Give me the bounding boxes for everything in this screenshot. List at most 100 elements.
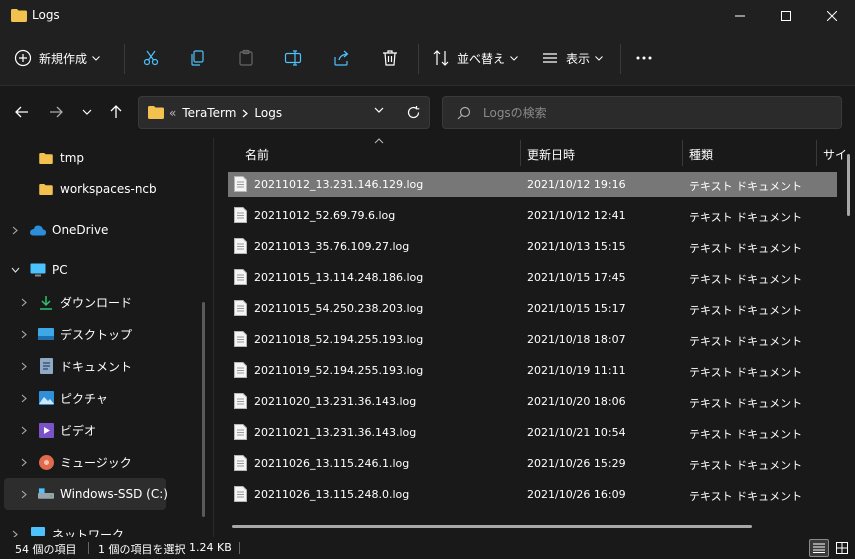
share-button[interactable] — [321, 41, 361, 75]
sidebar-item-videos[interactable]: ビデオ — [0, 414, 200, 446]
folder-icon — [11, 9, 27, 22]
rename-button[interactable] — [273, 41, 313, 75]
breadcrumb-overflow-icon[interactable]: « — [169, 106, 176, 120]
sidebar-item-network[interactable]: ネットワーク — [0, 518, 200, 537]
file-type: テキスト ドキュメント — [689, 273, 803, 286]
new-button[interactable]: 新規作成 — [14, 41, 114, 75]
sidebar-item-tmp[interactable]: tmp — [0, 142, 200, 174]
file-date: 2021/10/12 19:16 — [527, 178, 626, 191]
horizontal-scrollbar[interactable] — [232, 525, 752, 528]
close-button[interactable] — [809, 0, 855, 32]
sidebar-item-music[interactable]: ミュージック — [0, 446, 200, 478]
column-type[interactable]: 種類 — [689, 146, 713, 163]
chevron-down-icon[interactable] — [10, 265, 20, 275]
file-type: テキスト ドキュメント — [689, 242, 803, 255]
sidebar-item-documents[interactable]: ドキュメント — [0, 350, 200, 382]
arrow-up-icon — [110, 105, 122, 118]
cloud-icon — [30, 222, 46, 238]
file-type: テキスト ドキュメント — [689, 335, 803, 348]
sidebar-item-desktop[interactable]: デスクトップ — [0, 318, 200, 350]
back-button[interactable] — [8, 98, 36, 126]
file-row[interactable]: 20211015_13.114.248.186.log 2021/10/15 17… — [228, 265, 837, 290]
sidebar-item-workspaces-ncb[interactable]: workspaces-ncb — [0, 173, 200, 205]
file-name: 20211018_52.194.255.193.log — [254, 333, 424, 346]
recent-locations-button[interactable] — [73, 98, 101, 126]
file-name: 20211015_54.250.238.203.log — [254, 302, 424, 315]
file-row[interactable]: 20211012_13.231.146.129.log 2021/10/12 19… — [228, 172, 837, 197]
copy-icon — [191, 50, 204, 66]
chevron-right-icon[interactable] — [19, 329, 29, 339]
search-input[interactable] — [483, 103, 823, 123]
file-row[interactable]: 20211020_13.231.36.143.log 2021/10/20 18:… — [228, 389, 837, 414]
column-size[interactable]: サイ — [823, 146, 847, 163]
chevron-right-icon[interactable] — [19, 457, 29, 467]
download-icon — [38, 294, 54, 310]
chevron-down-icon — [595, 55, 603, 61]
file-row[interactable]: 20211019_52.194.255.193.log 2021/10/19 11… — [228, 358, 837, 383]
breadcrumb: « TeraTerm Logs — [169, 106, 288, 120]
chevron-right-icon[interactable] — [19, 393, 29, 403]
text-file-icon — [234, 331, 247, 347]
paste-button[interactable] — [226, 41, 266, 75]
sidebar-item-pc[interactable]: PC — [0, 254, 200, 286]
text-file-icon — [234, 269, 247, 285]
sidebar-item-windows-ssd[interactable]: Windows-SSD (C:) — [4, 478, 168, 510]
sidebar-item-downloads[interactable]: ダウンロード — [0, 286, 200, 318]
file-row[interactable]: 20211026_13.115.248.0.log 2021/10/26 16:0… — [228, 482, 837, 507]
breadcrumb-item[interactable]: TeraTerm — [182, 106, 236, 120]
sidebar-item-label: ドキュメント — [60, 359, 133, 374]
rename-icon — [284, 50, 302, 66]
file-date: 2021/10/13 15:15 — [527, 240, 626, 253]
refresh-icon[interactable] — [406, 105, 421, 120]
selection-size: 1.24 KB — [189, 541, 232, 554]
vertical-scrollbar[interactable] — [847, 154, 850, 216]
sidebar-scrollbar[interactable] — [202, 302, 205, 517]
up-button[interactable] — [102, 98, 130, 126]
breadcrumb-item[interactable]: Logs — [254, 106, 282, 120]
chevron-down-icon[interactable] — [374, 107, 384, 113]
share-icon — [334, 50, 349, 66]
cut-button[interactable] — [131, 41, 171, 75]
address-bar[interactable]: « TeraTerm Logs — [138, 96, 430, 129]
forward-button[interactable] — [42, 98, 70, 126]
details-view-button[interactable] — [809, 539, 829, 557]
column-separator[interactable] — [682, 140, 683, 166]
chevron-down-icon — [92, 55, 100, 61]
file-date: 2021/10/26 16:09 — [527, 488, 626, 501]
sort-button[interactable]: 並べ替え — [432, 41, 518, 75]
column-name[interactable]: 名前 — [245, 146, 269, 163]
column-separator[interactable] — [816, 140, 817, 166]
file-row[interactable]: 20211026_13.115.246.1.log 2021/10/26 15:2… — [228, 451, 837, 476]
column-separator[interactable] — [520, 140, 521, 166]
view-button-label: 表示 — [566, 51, 591, 66]
paste-icon — [239, 49, 253, 66]
chevron-right-icon[interactable] — [19, 489, 29, 499]
file-date: 2021/10/20 18:06 — [527, 395, 626, 408]
sidebar-item-pictures[interactable]: ピクチャ — [0, 382, 200, 414]
column-date[interactable]: 更新日時 — [527, 146, 575, 163]
sidebar-item-onedrive[interactable]: OneDrive — [0, 214, 200, 246]
file-row[interactable]: 20211015_54.250.238.203.log 2021/10/15 15… — [228, 296, 837, 321]
minimize-button[interactable] — [717, 0, 763, 32]
toolbar-separator — [418, 44, 419, 74]
file-row[interactable]: 20211013_35.76.109.27.log 2021/10/13 15:1… — [228, 234, 837, 259]
more-options-button[interactable] — [624, 41, 664, 75]
chevron-right-icon[interactable] — [19, 297, 29, 307]
maximize-button[interactable] — [763, 0, 809, 32]
file-row[interactable]: 20211018_52.194.255.193.log 2021/10/18 18… — [228, 327, 837, 352]
copy-button[interactable] — [178, 41, 218, 75]
file-type: テキスト ドキュメント — [689, 459, 803, 472]
file-row[interactable]: 20211012_52.69.79.6.log 2021/10/12 12:41 テ… — [228, 203, 837, 228]
view-button[interactable]: 表示 — [541, 41, 603, 75]
file-name: 20211012_52.69.79.6.log — [254, 209, 396, 222]
tiles-view-button[interactable] — [832, 539, 852, 557]
file-type: テキスト ドキュメント — [689, 428, 803, 441]
toolbar-separator — [124, 44, 125, 74]
chevron-right-icon[interactable] — [10, 225, 20, 235]
delete-button[interactable] — [370, 41, 410, 75]
chevron-right-icon[interactable] — [19, 361, 29, 371]
chevron-right-icon[interactable] — [10, 529, 20, 537]
chevron-right-icon[interactable] — [19, 425, 29, 435]
file-row[interactable]: 20211021_13.231.36.143.log 2021/10/21 10:… — [228, 420, 837, 445]
search-box[interactable] — [442, 96, 842, 129]
